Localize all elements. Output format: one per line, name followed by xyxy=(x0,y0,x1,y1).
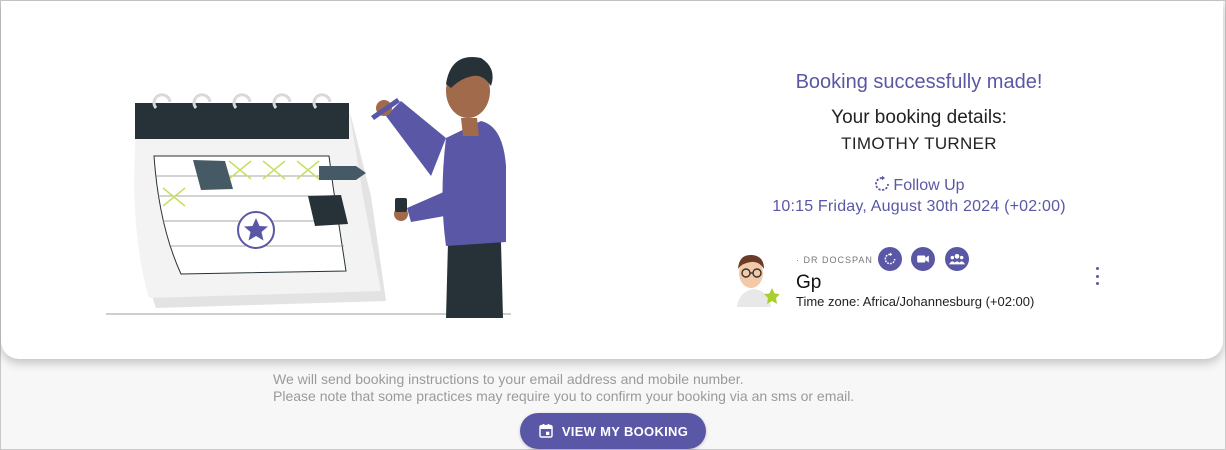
calendar-illustration xyxy=(106,57,511,318)
group-icon xyxy=(949,254,965,265)
booking-instructions-note: We will send booking instructions to you… xyxy=(273,371,854,405)
calendar-icon xyxy=(539,424,553,438)
view-my-booking-label: VIEW MY BOOKING xyxy=(561,423,689,439)
provider-avatar xyxy=(737,254,779,307)
booking-details-label: Your booking details: xyxy=(831,107,1007,128)
follow-up-icon xyxy=(873,175,891,198)
note-line-confirm: Please note that some practices may requ… xyxy=(273,388,855,404)
more-vert-icon[interactable] xyxy=(1089,267,1105,285)
provider-practice-label: · DR DOCSPAN xyxy=(796,255,873,265)
video-icon xyxy=(917,255,929,263)
appointment-type: Follow Up xyxy=(719,175,1119,198)
follow-up-button[interactable] xyxy=(878,247,902,271)
video-consult-button[interactable] xyxy=(911,247,935,271)
appointment-type-label: Follow Up xyxy=(893,177,965,194)
provider-timezone: Time zone: Africa/Johannesburg (+02:00) xyxy=(796,294,1035,309)
follow-up-icon xyxy=(884,252,896,265)
patient-name: TIMOTHY TURNER xyxy=(841,134,997,153)
booking-success-title: Booking successfully made! xyxy=(795,71,1043,93)
booking-card: Booking successfully made! Your booking … xyxy=(1,1,1223,359)
note-line-email: We will send booking instructions to you… xyxy=(273,371,744,387)
appointment-datetime: 10:15 Friday, August 30th 2024 (+02:00) xyxy=(772,198,1066,215)
view-my-booking-button[interactable]: VIEW MY BOOKING xyxy=(520,413,706,449)
group-consult-button[interactable] xyxy=(945,247,969,271)
provider-name: Gp xyxy=(796,272,822,293)
